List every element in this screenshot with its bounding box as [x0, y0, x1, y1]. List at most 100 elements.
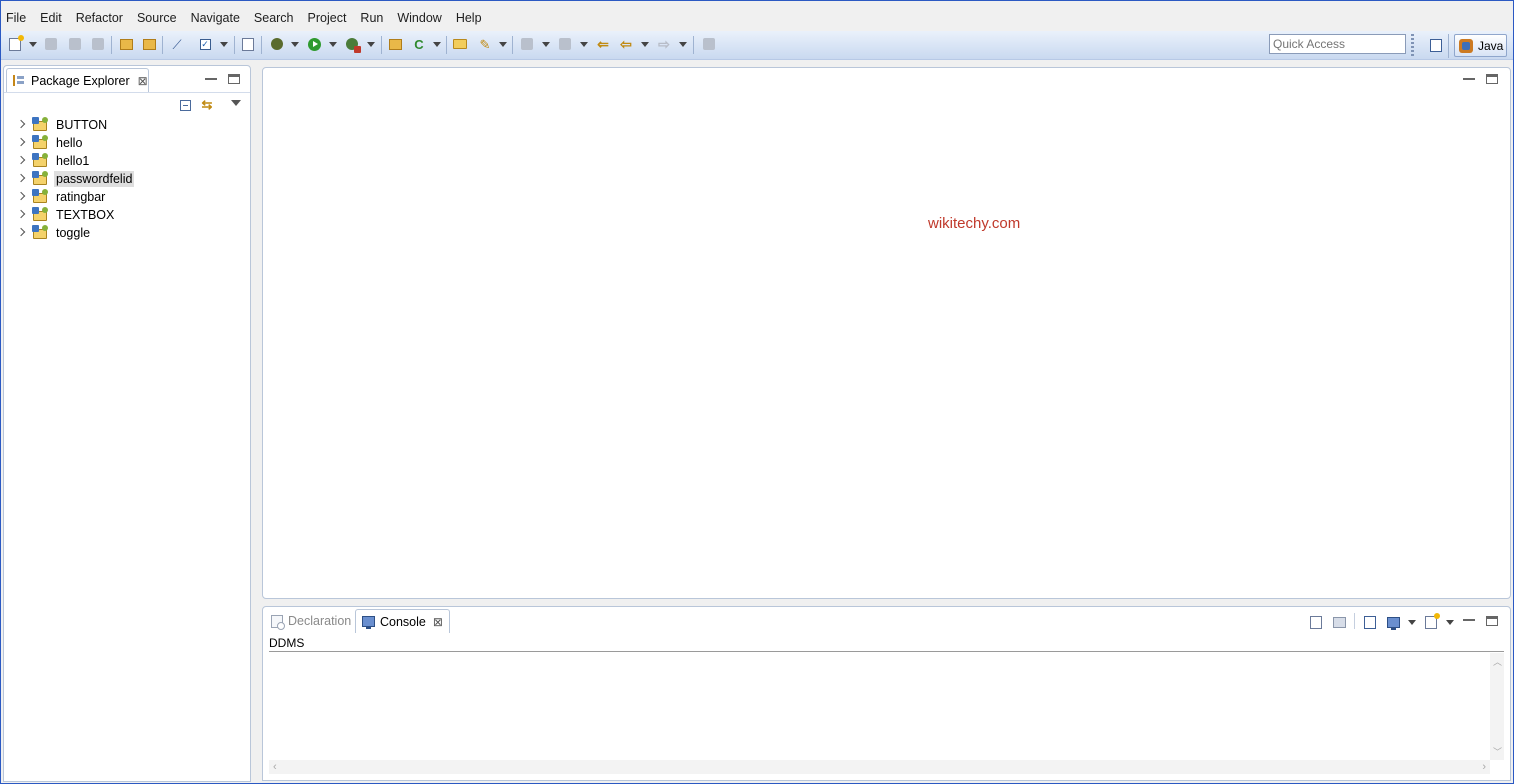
tab-console[interactable]: Console ⊠: [355, 609, 450, 633]
android-project-icon: [32, 189, 48, 204]
save-icon[interactable]: [43, 36, 59, 52]
tree-item-label: BUTTON: [56, 118, 108, 132]
new-class-dropdown-arrow[interactable]: [433, 42, 441, 47]
run-dropdown-arrow[interactable]: [329, 42, 337, 47]
tab-declaration[interactable]: Declaration: [265, 609, 357, 633]
tree-item[interactable]: toggle: [4, 224, 250, 242]
open-console-dropdown-arrow[interactable]: [1446, 620, 1454, 625]
open-perspective-icon[interactable]: [1428, 37, 1444, 53]
previous-annotation-dropdown-arrow[interactable]: [580, 42, 588, 47]
scroll-up-icon[interactable]: ︿: [1493, 655, 1502, 668]
java-perspective-button[interactable]: Java: [1454, 34, 1507, 57]
tab-declaration-label: Declaration: [288, 614, 352, 628]
scroll-lock-icon[interactable]: [1331, 614, 1347, 630]
open-type-icon[interactable]: [452, 36, 468, 52]
expand-chevron-icon[interactable]: [16, 137, 26, 147]
close-icon[interactable]: ⊠: [433, 615, 443, 629]
link-with-editor-icon[interactable]: ⇆: [200, 97, 214, 112]
menu-edit[interactable]: Edit: [33, 11, 69, 25]
back-arrow-icon[interactable]: ⇦: [618, 36, 634, 52]
menu-window[interactable]: Window: [390, 11, 448, 25]
menu-run[interactable]: Run: [353, 11, 390, 25]
forward-arrow-icon[interactable]: ⇨: [656, 36, 672, 52]
menu-source[interactable]: Source: [130, 11, 184, 25]
expand-chevron-icon[interactable]: [16, 227, 26, 237]
minimize-view-button[interactable]: [1463, 615, 1475, 621]
toolbar-separator: [446, 36, 447, 54]
editor-area[interactable]: wikitechy.com: [262, 67, 1511, 599]
ide-window: File Edit Refactor Source Navigate Searc…: [0, 0, 1514, 784]
display-console-icon[interactable]: [1385, 614, 1401, 630]
menu-project[interactable]: Project: [301, 11, 354, 25]
quick-access-input[interactable]: [1269, 34, 1406, 54]
last-edit-location-icon[interactable]: ⇐: [595, 36, 611, 52]
expand-chevron-icon[interactable]: [16, 173, 26, 183]
toolbar-separator: [693, 36, 694, 54]
expand-chevron-icon[interactable]: [16, 209, 26, 219]
new-file-icon[interactable]: [7, 34, 24, 52]
tree-item[interactable]: ratingbar: [4, 188, 250, 206]
search-icon[interactable]: ✎: [477, 36, 493, 52]
skip-breakpoints-icon[interactable]: ⟋: [169, 36, 185, 52]
horizontal-scrollbar[interactable]: ‹ ›: [269, 760, 1490, 774]
maximize-view-button[interactable]: [1486, 616, 1498, 626]
previous-annotation-icon[interactable]: [557, 36, 573, 52]
pin-console-icon[interactable]: [1362, 614, 1378, 630]
toolbar-separator: [111, 36, 112, 54]
back-dropdown-arrow[interactable]: [641, 42, 649, 47]
expand-chevron-icon[interactable]: [16, 155, 26, 165]
expand-chevron-icon[interactable]: [16, 191, 26, 201]
menu-search[interactable]: Search: [247, 11, 301, 25]
external-tools-icon[interactable]: [344, 36, 361, 53]
new-java-class-icon[interactable]: C: [411, 36, 427, 52]
tab-package-explorer[interactable]: Package Explorer ⊠: [6, 68, 149, 92]
task-dropdown-arrow[interactable]: [220, 42, 228, 47]
print-icon[interactable]: [90, 36, 106, 52]
display-console-dropdown-arrow[interactable]: [1408, 620, 1416, 625]
scroll-right-icon[interactable]: ›: [1482, 761, 1486, 773]
android-lint-icon[interactable]: [240, 36, 256, 52]
vertical-scrollbar[interactable]: ︿ ﹀: [1490, 653, 1504, 760]
menu-file[interactable]: File: [1, 11, 33, 25]
tree-item[interactable]: hello1: [4, 152, 250, 170]
debug-icon[interactable]: [269, 36, 285, 52]
external-tools-dropdown-arrow[interactable]: [367, 42, 375, 47]
tree-item[interactable]: hello: [4, 134, 250, 152]
console-output[interactable]: [269, 653, 1504, 774]
new-java-package-icon[interactable]: [387, 36, 403, 52]
maximize-editor-button[interactable]: [1486, 74, 1498, 84]
view-menu-icon[interactable]: [229, 96, 243, 110]
forward-dropdown-arrow[interactable]: [679, 42, 687, 47]
toolbar-grip[interactable]: [1411, 34, 1414, 58]
scroll-down-icon[interactable]: ﹀: [1493, 745, 1502, 758]
tree-item-label: hello1: [56, 154, 90, 168]
run-icon[interactable]: [306, 36, 322, 52]
collapse-all-icon[interactable]: [178, 98, 192, 112]
clear-console-icon[interactable]: [1308, 614, 1324, 630]
debug-dropdown-arrow[interactable]: [291, 42, 299, 47]
pin-editor-icon[interactable]: [701, 36, 717, 52]
toolbar-separator: [261, 36, 262, 54]
close-icon[interactable]: ⊠: [138, 74, 148, 88]
tree-item[interactable]: BUTTON: [4, 116, 250, 134]
next-annotation-dropdown-arrow[interactable]: [542, 42, 550, 47]
menu-help[interactable]: Help: [449, 11, 489, 25]
minimize-editor-button[interactable]: [1463, 74, 1475, 80]
new-dropdown-arrow[interactable]: [29, 42, 37, 47]
search-dropdown-arrow[interactable]: [499, 42, 507, 47]
sdk-manager-icon[interactable]: [118, 36, 134, 52]
tree-item[interactable]: TEXTBOX: [4, 206, 250, 224]
menu-navigate[interactable]: Navigate: [184, 11, 247, 25]
scroll-left-icon[interactable]: ‹: [273, 761, 277, 773]
tab-console-label: Console: [380, 614, 426, 629]
open-console-icon[interactable]: [1423, 612, 1440, 630]
expand-chevron-icon[interactable]: [16, 119, 26, 129]
save-all-icon[interactable]: [67, 36, 83, 52]
next-annotation-icon[interactable]: [519, 36, 535, 52]
avd-manager-icon[interactable]: [141, 36, 157, 52]
maximize-view-button[interactable]: [228, 74, 240, 84]
minimize-view-button[interactable]: [205, 74, 217, 80]
tree-item-selected[interactable]: passwordfelid: [4, 170, 250, 188]
checkbox-task-icon[interactable]: ✓: [197, 36, 213, 52]
menu-refactor[interactable]: Refactor: [69, 11, 130, 25]
